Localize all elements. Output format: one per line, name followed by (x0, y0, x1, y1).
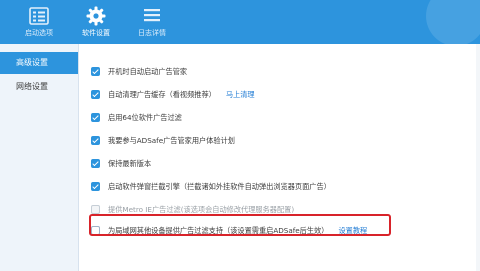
checkbox[interactable] (91, 135, 100, 145)
checkbox[interactable] (91, 181, 100, 191)
option-label: 自动清理广告缓存（看视频推荐） (108, 90, 216, 99)
gear-icon (86, 6, 106, 26)
checkbox[interactable] (91, 112, 100, 122)
option-label: 启用64位软件广告过滤 (108, 113, 182, 122)
list-icon (29, 7, 49, 25)
toolbar-decoration (426, 0, 480, 46)
checkbox[interactable] (91, 66, 100, 76)
sidebar: 高级设置 网络设置 (0, 44, 79, 271)
checkbox[interactable] (91, 89, 100, 99)
clean-now-link[interactable]: 马上清理 (226, 90, 255, 99)
checkbox[interactable] (91, 158, 100, 168)
tab-label: 启动选项 (25, 29, 53, 37)
option-clear-cache[interactable]: 自动清理广告缓存（看视频推荐） 马上清理 (91, 88, 255, 102)
tab-startup-options[interactable]: 启动选项 (11, 0, 67, 44)
option-user-experience-program[interactable]: 我要参与ADSafe广告管家用户体验计划 (91, 134, 235, 148)
settings-panel: 开机时自动启动广告管家 自动清理广告缓存（看视频推荐） 马上清理 启用64位软件广… (79, 44, 480, 271)
option-label: 保持最新版本 (108, 159, 152, 168)
sidebar-item-network-settings[interactable]: 网络设置 (0, 76, 78, 98)
option-label: 我要参与ADSafe广告管家用户体验计划 (108, 136, 235, 145)
option-64bit-filter[interactable]: 启用64位软件广告过滤 (91, 111, 182, 125)
sidebar-item-advanced-settings[interactable]: 高级设置 (0, 52, 78, 74)
scrollbar-track (476, 44, 480, 271)
option-label: 提供Metro IE广告过滤(该选项会自动修改代理服务器配置) (108, 205, 295, 214)
tab-log-details[interactable]: 日志详情 (124, 0, 180, 44)
option-popup-blocker[interactable]: 启动软件弹窗拦截引擎（拦截诸如外挂软件自动弹出浏览器页面广告） (91, 180, 331, 194)
tab-label: 软件设置 (82, 29, 110, 37)
tab-software-settings[interactable]: 软件设置 (68, 0, 124, 44)
top-toolbar: 启动选项 软件设置 日志详情 (0, 0, 480, 46)
option-autostart[interactable]: 开机时自动启动广告管家 (91, 65, 187, 79)
log-icon (144, 9, 160, 22)
option-keep-latest[interactable]: 保持最新版本 (91, 157, 151, 171)
checkbox (91, 204, 100, 214)
highlight-box (89, 214, 391, 236)
option-label: 开机时自动启动广告管家 (108, 67, 188, 76)
tab-label: 日志详情 (138, 29, 166, 37)
option-label: 启动软件弹窗拦截引擎（拦截诸如外挂软件自动弹出浏览器页面广告） (108, 182, 331, 191)
